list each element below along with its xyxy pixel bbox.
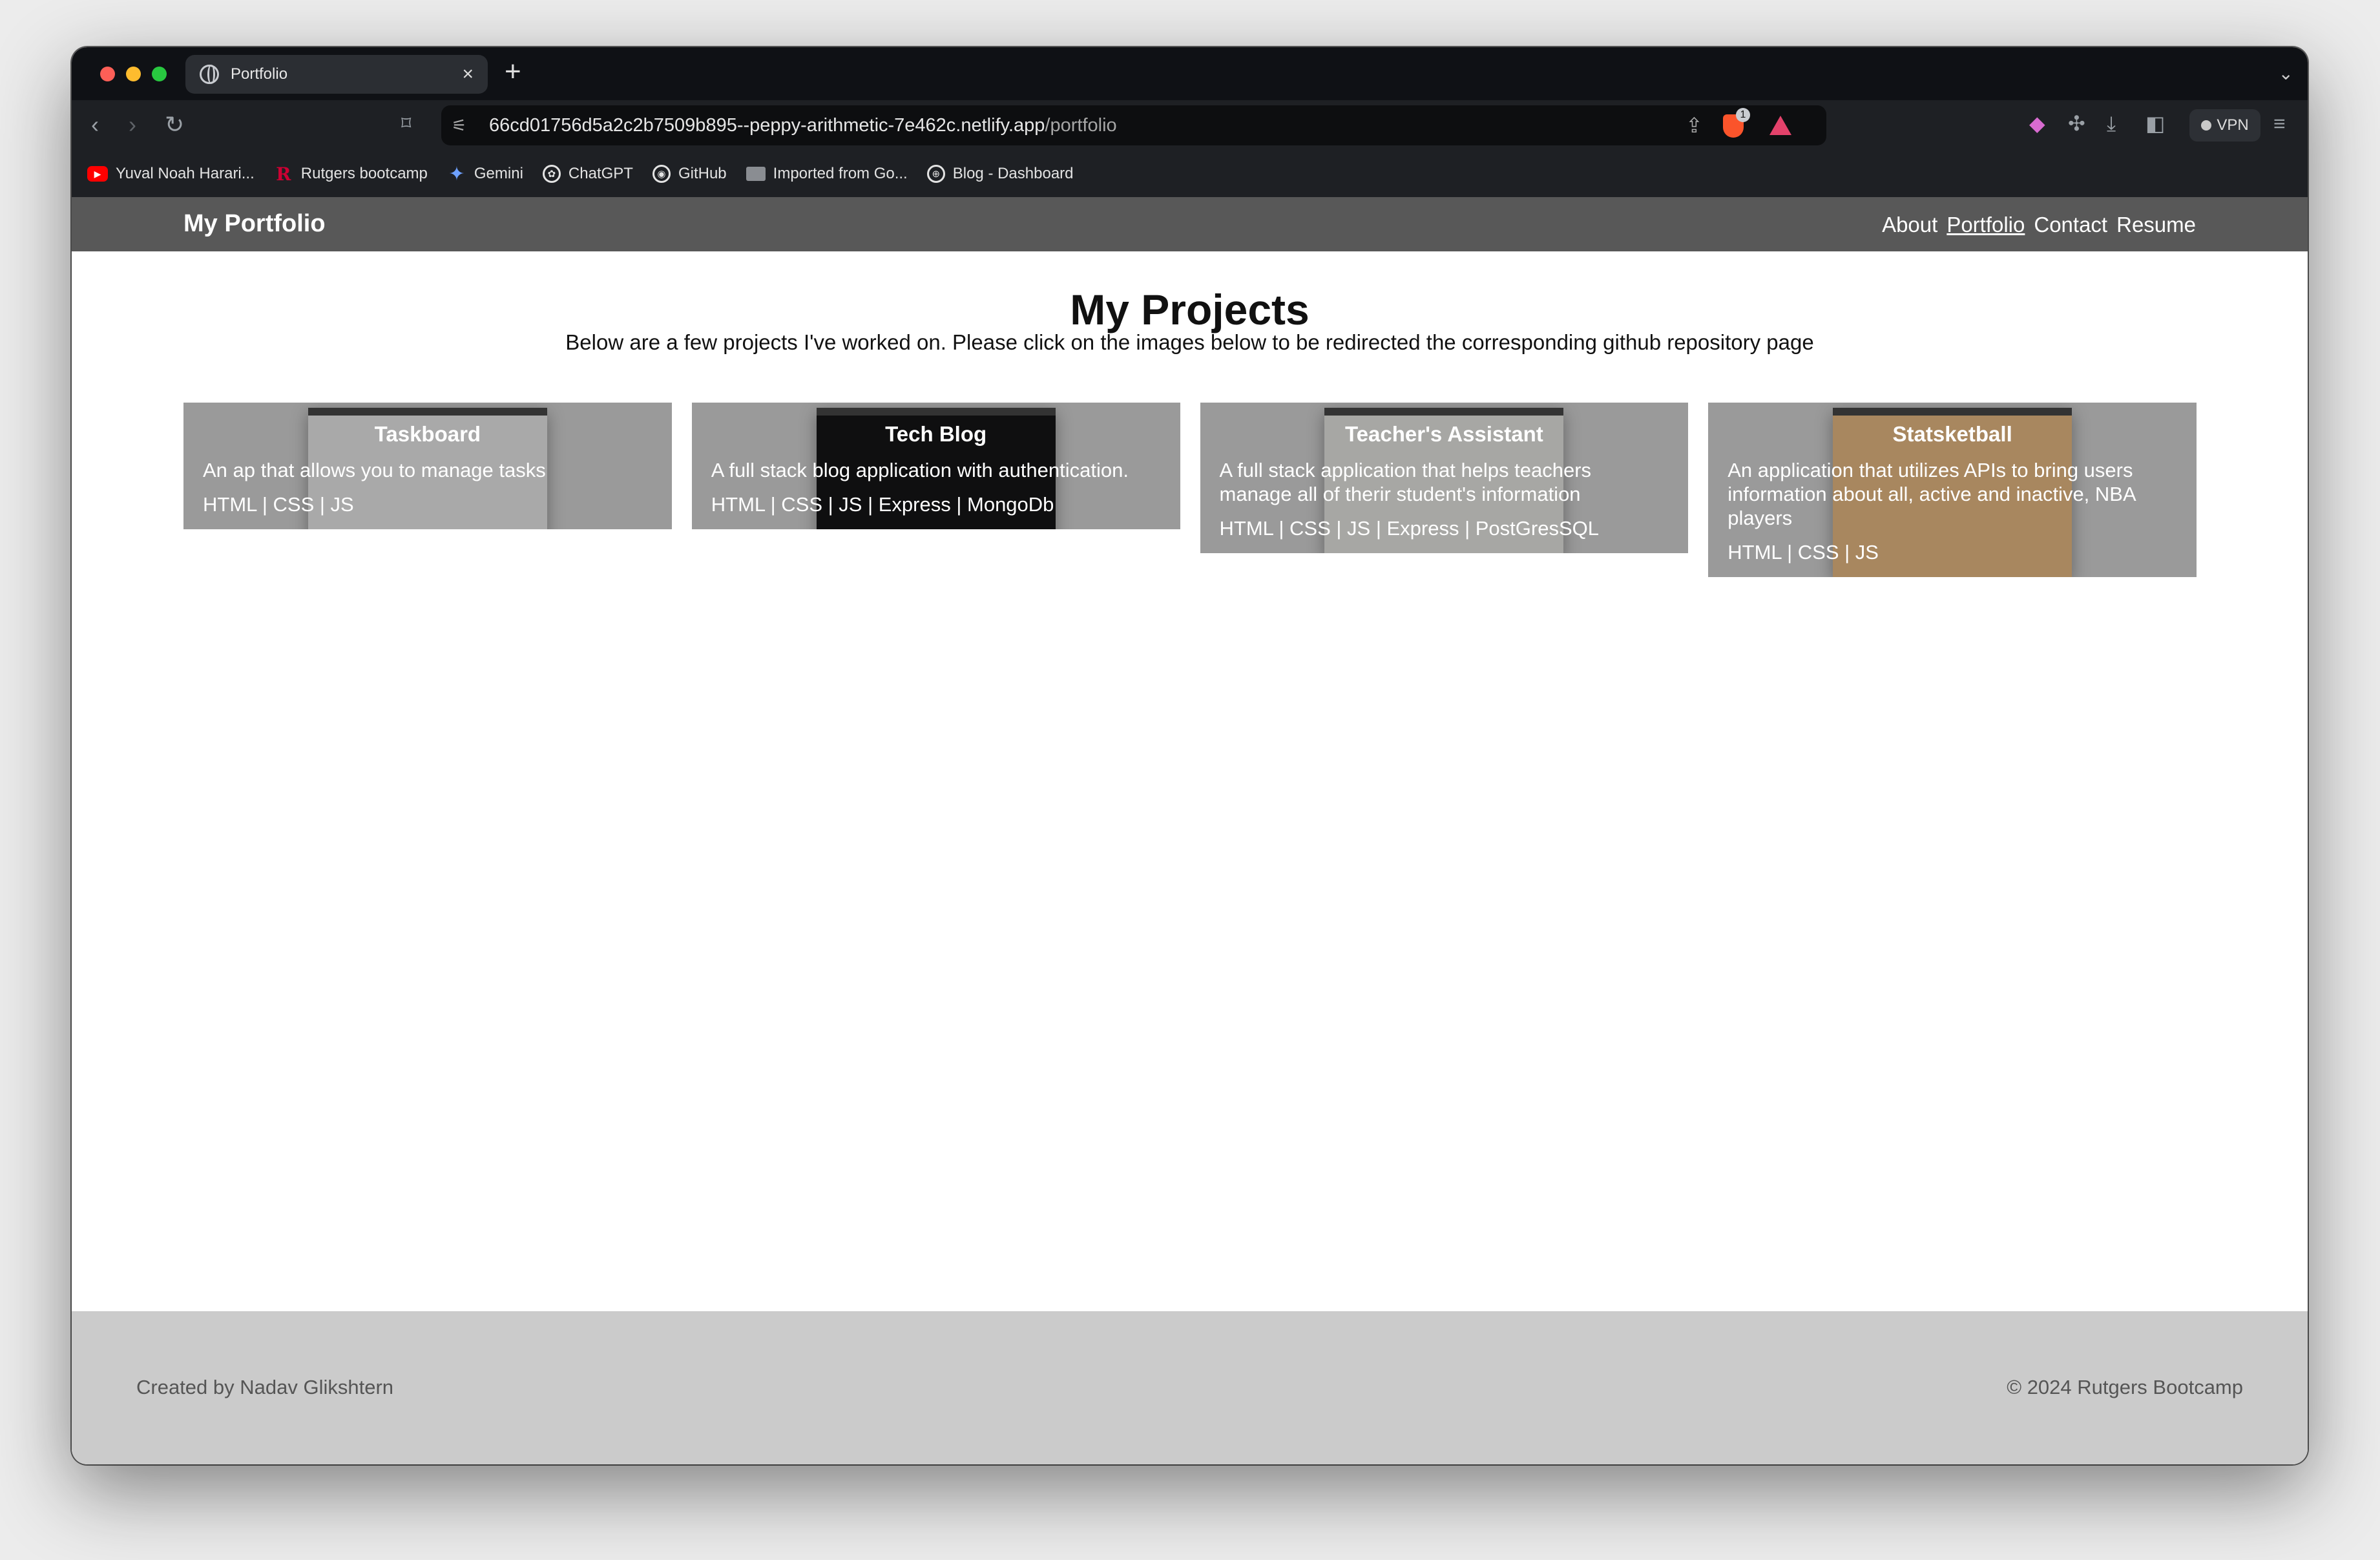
rutgers-icon: R xyxy=(276,163,291,185)
bookmark-label: Imported from Go... xyxy=(773,165,908,182)
vpn-status-icon xyxy=(2201,120,2212,131)
url-path: /portfolio xyxy=(1045,115,1117,136)
site-header: My Portfolio About Portfolio Contact Res… xyxy=(72,197,2308,251)
bookmark-gemini[interactable]: ✦ Gemini xyxy=(447,163,523,185)
brave-rewards-icon[interactable] xyxy=(1769,116,1791,135)
nav-about[interactable]: About xyxy=(1882,213,1937,237)
project-tech: HTML | CSS | JS xyxy=(1728,541,1879,564)
bookmark-label: Blog - Dashboard xyxy=(952,165,1074,182)
url-host: 66cd01756d5a2c2b7509b895--peppy-arithmet… xyxy=(489,115,1045,136)
shields-count-badge: 1 xyxy=(1736,108,1750,122)
browser-toolbar: ‹ › ↻ ⌑ ⚟ 66cd01756d5a2c2b7509b895--pepp… xyxy=(72,100,2308,151)
back-icon[interactable]: ‹ xyxy=(91,113,99,136)
menu-icon[interactable]: ≡ xyxy=(2273,113,2286,134)
project-card-statsketball[interactable]: Statsketball An application that utilize… xyxy=(1708,403,2197,577)
reload-icon[interactable]: ↻ xyxy=(165,113,184,136)
project-card-taskboard[interactable]: Taskboard An ap that allows you to manag… xyxy=(183,403,672,529)
bookmark-chatgpt[interactable]: ✿ ChatGPT xyxy=(542,165,633,183)
bookmark-icon[interactable]: ⌑ xyxy=(401,114,411,134)
chevron-down-icon[interactable]: ⌄ xyxy=(2279,63,2293,84)
bookmark-imported-folder[interactable]: Imported from Go... xyxy=(746,164,908,184)
globe-icon xyxy=(200,65,219,84)
maximize-window-button[interactable] xyxy=(152,67,167,81)
bookmark-label: Yuval Noah Harari... xyxy=(116,165,255,182)
bookmarks-bar: ▶ Yuval Noah Harari... R Rutgers bootcam… xyxy=(72,151,2308,197)
address-bar[interactable]: ⚟ 66cd01756d5a2c2b7509b895--peppy-arithm… xyxy=(441,105,1826,145)
tab-portfolio[interactable]: Portfolio × xyxy=(185,55,488,94)
chatgpt-icon: ✿ xyxy=(542,165,561,183)
project-tech: HTML | CSS | JS | Express | PostGresSQL xyxy=(1219,517,1600,540)
nav-resume[interactable]: Resume xyxy=(2116,213,2196,237)
project-tech: HTML | CSS | JS xyxy=(203,493,354,516)
project-cards: Taskboard An ap that allows you to manag… xyxy=(183,403,2197,577)
project-description: A full stack application that helps teac… xyxy=(1219,459,1592,505)
close-window-button[interactable] xyxy=(100,67,115,81)
gemini-icon: ✦ xyxy=(448,163,465,185)
url-text[interactable]: 66cd01756d5a2c2b7509b895--peppy-arithmet… xyxy=(489,115,1117,136)
portfolio-page: My Portfolio About Portfolio Contact Res… xyxy=(72,197,2308,1464)
site-nav: About Portfolio Contact Resume xyxy=(1882,213,2196,237)
site-footer: Created by Nadav Glikshtern © 2024 Rutge… xyxy=(72,1311,2308,1464)
forward-icon[interactable]: › xyxy=(129,113,136,136)
tab-strip: Portfolio × + ⌄ xyxy=(72,47,2308,100)
bookmark-blog-dashboard[interactable]: ⊕ Blog - Dashboard xyxy=(926,165,1074,183)
browser-window: Portfolio × + ⌄ ‹ › ↻ ⌑ ⚟ 66cd01756d5a2c… xyxy=(72,47,2308,1464)
bookmark-label: Rutgers bootcamp xyxy=(300,165,428,182)
bookmark-github[interactable]: ◉ GitHub xyxy=(652,165,727,183)
bookmark-label: GitHub xyxy=(678,165,727,182)
bookmark-label: Gemini xyxy=(474,165,523,182)
footer-copyright: © 2024 Rutgers Bootcamp xyxy=(2007,1376,2243,1398)
footer-credit: Created by Nadav Glikshtern xyxy=(136,1376,394,1398)
project-card-tech-blog[interactable]: Tech Blog A full stack blog application … xyxy=(691,403,1180,529)
extensions-icon[interactable]: ✣ xyxy=(2068,113,2085,134)
project-title: Tech Blog xyxy=(885,422,987,446)
bookmark-label: ChatGPT xyxy=(568,165,633,182)
project-card-teachers-assistant[interactable]: Teacher's Assistant A full stack applica… xyxy=(1200,403,1689,553)
vpn-button[interactable]: VPN xyxy=(2189,109,2260,142)
bookmark-rutgers[interactable]: R Rutgers bootcamp xyxy=(274,163,428,185)
page-subtitle: Below are a few projects I've worked on.… xyxy=(565,330,1814,354)
sidebar-icon[interactable]: ◧ xyxy=(2145,113,2165,134)
bookmark-yuval[interactable]: ▶ Yuval Noah Harari... xyxy=(87,165,255,183)
github-icon: ◉ xyxy=(652,165,671,183)
minimize-window-button[interactable] xyxy=(126,67,141,81)
nav-portfolio[interactable]: Portfolio xyxy=(1947,213,2025,237)
new-tab-button[interactable]: + xyxy=(505,58,521,86)
project-description: An application that utilizes APIs to bri… xyxy=(1728,459,2135,529)
folder-icon xyxy=(746,164,766,184)
download-icon[interactable]: ⤓ xyxy=(2107,113,2116,134)
leo-icon[interactable]: ◆ xyxy=(2029,113,2045,134)
tab-title: Portfolio xyxy=(231,65,288,83)
share-icon[interactable]: ⇪ xyxy=(1686,113,1703,138)
close-tab-icon[interactable]: × xyxy=(462,65,474,84)
page-title: My Projects xyxy=(1070,286,1310,333)
project-tech: HTML | CSS | JS | Express | MongoDb xyxy=(711,493,1054,516)
vpn-label: VPN xyxy=(2217,116,2249,134)
site-settings-icon[interactable]: ⚟ xyxy=(452,116,466,136)
project-title: Statsketball xyxy=(1892,422,2012,446)
site-brand[interactable]: My Portfolio xyxy=(183,210,326,238)
project-title: Taskboard xyxy=(374,422,481,446)
nav-contact[interactable]: Contact xyxy=(2034,213,2107,237)
project-title: Teacher's Assistant xyxy=(1344,422,1543,446)
project-description: A full stack blog application with authe… xyxy=(711,459,1129,481)
globe-icon: ⊕ xyxy=(926,165,945,183)
youtube-icon: ▶ xyxy=(87,166,108,182)
project-description: An ap that allows you to manage tasks xyxy=(203,459,546,481)
